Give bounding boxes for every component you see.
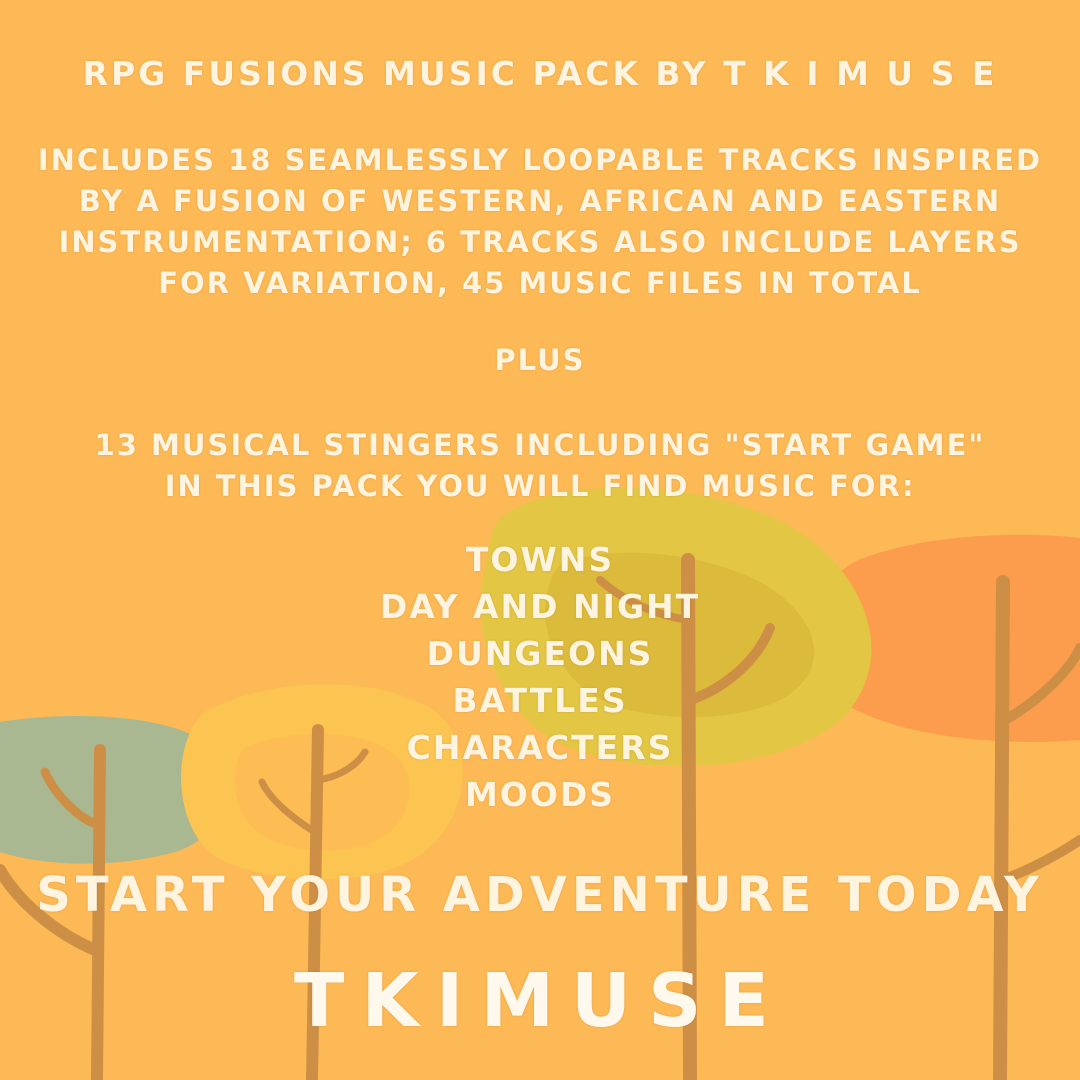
poster-content: RPG Fusions Music Pack by T K I M U S E …: [0, 0, 1080, 1080]
category-item: Towns: [465, 540, 615, 579]
stingers-line: 13 musical stingers including "start gam…: [94, 428, 986, 462]
plus-label: Plus: [494, 343, 586, 377]
pack-title: RPG Fusions Music Pack by T K I M U S E: [82, 54, 998, 93]
description-line: by a fusion of Western, African and East…: [78, 184, 1002, 218]
category-item: Dungeons: [426, 634, 654, 673]
description-line: Includes 18 seamlessly loopable tracks i…: [37, 143, 1043, 177]
description-line: instrumentation; 6 tracks also include l…: [58, 225, 1022, 259]
description-line: for variation, 45 music files in total: [158, 266, 922, 300]
call-to-action: Start your adventure today: [36, 867, 1044, 923]
category-item: Moods: [464, 775, 616, 814]
stingers-line: in this pack you will find music for:: [164, 469, 916, 503]
category-item: Characters: [406, 728, 674, 767]
category-item: Day and Night: [379, 587, 701, 626]
category-item: Battles: [452, 681, 628, 720]
brand-name: TKIMUSE: [294, 958, 786, 1044]
